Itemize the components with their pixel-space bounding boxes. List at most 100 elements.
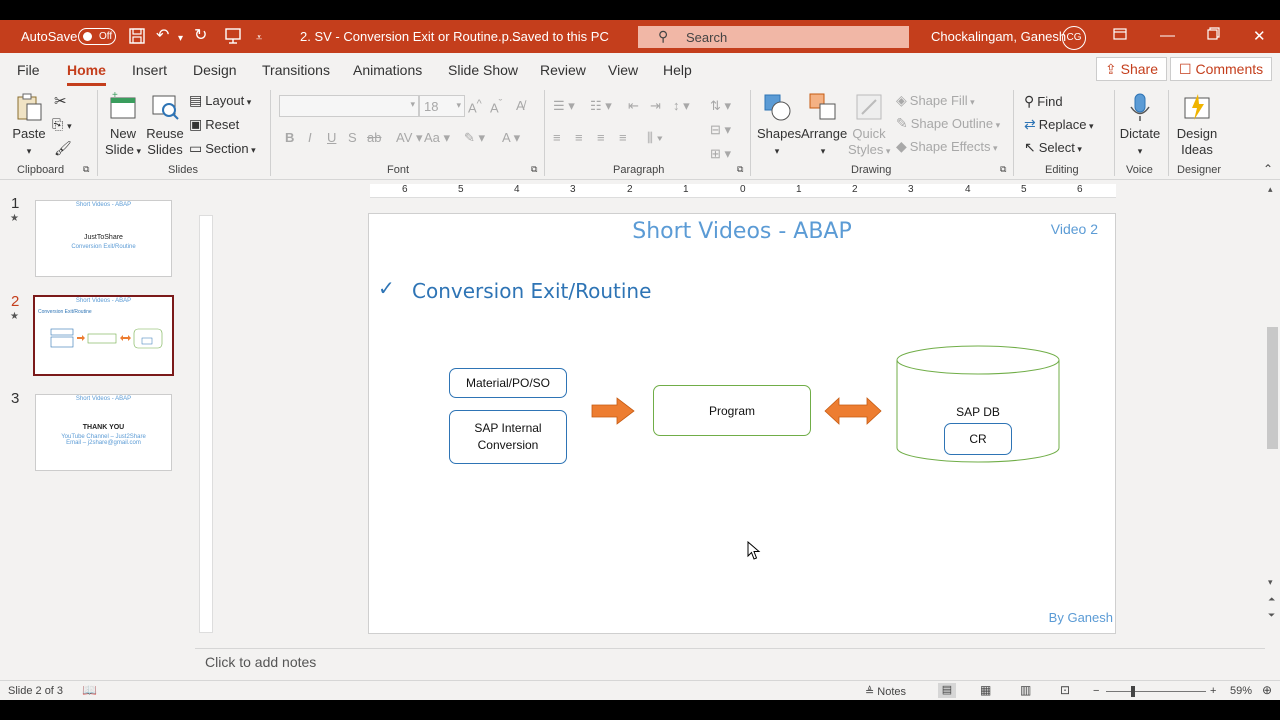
comments-button[interactable]: ☐ Comments [1170, 57, 1273, 81]
reset-button[interactable]: ▣ Reset [189, 116, 239, 133]
notes-button[interactable]: ≜ Notes [865, 685, 906, 698]
text-direction-icon[interactable]: ⇅ ▾ [710, 98, 731, 114]
user-name[interactable]: Chockalingam, Ganesh [931, 29, 1066, 44]
save-icon[interactable] [128, 27, 146, 50]
grow-font-icon[interactable]: A^ [468, 98, 482, 115]
restore-icon[interactable] [1207, 27, 1220, 44]
align-text-icon[interactable]: ⊟ ▾ [710, 122, 731, 138]
vertical-scrollbar[interactable]: ▴ ▾ ⏶ ⏷ [1265, 184, 1280, 652]
shadow-icon[interactable]: S [348, 130, 357, 145]
right-arrow-shape[interactable] [591, 397, 635, 425]
tab-insert[interactable]: Insert [132, 62, 167, 78]
tab-view[interactable]: View [608, 62, 638, 78]
quick-styles-button[interactable]: Quick Styles ▾ [848, 92, 890, 159]
share-button[interactable]: ⇪ Share [1096, 57, 1167, 81]
increase-indent-icon[interactable]: ⇥ [650, 98, 661, 114]
italic-icon[interactable]: I [308, 130, 312, 145]
previous-slide-icon[interactable]: ⏶ [1268, 594, 1275, 605]
normal-view-icon[interactable]: ▤ [938, 683, 956, 698]
strikethrough-icon[interactable]: ab [367, 130, 381, 145]
tab-transitions[interactable]: Transitions [262, 62, 330, 78]
scroll-up-icon[interactable]: ▴ [1268, 184, 1273, 195]
new-slide-button[interactable]: + New Slide ▾ [104, 92, 142, 159]
material-box[interactable]: Material/PO/SO [449, 368, 567, 398]
slide-title[interactable]: Short Videos - ABAP [369, 219, 1115, 244]
copy-icon[interactable]: ⎘ ▾ [52, 116, 72, 133]
search-box[interactable]: ⚲ Search [638, 26, 909, 48]
design-ideas-button[interactable]: Design Ideas [1175, 92, 1219, 158]
smartart-icon[interactable]: ⊞ ▾ [710, 146, 731, 162]
zoom-slider-track[interactable] [1106, 691, 1206, 692]
avatar[interactable]: CG [1062, 26, 1086, 50]
select-button[interactable]: ↖ Select ▾ [1024, 139, 1082, 156]
tab-help[interactable]: Help [663, 62, 692, 78]
align-right-icon[interactable]: ≡ [597, 130, 605, 145]
arrange-button[interactable]: Arrange ▾ [801, 92, 847, 159]
autosave-toggle[interactable]: Off [78, 28, 116, 45]
ribbon-display-icon[interactable] [1113, 27, 1127, 45]
close-icon[interactable]: ✕ [1253, 27, 1266, 45]
minimize-icon[interactable]: — [1160, 27, 1175, 44]
scrollbar-thumb[interactable] [1267, 327, 1278, 449]
tab-review[interactable]: Review [540, 62, 586, 78]
scroll-down-icon[interactable]: ▾ [1268, 577, 1273, 588]
slide-heading[interactable]: Conversion Exit/Routine [412, 279, 651, 303]
slide-sorter-icon[interactable]: ▦ [980, 683, 991, 697]
replace-button[interactable]: ⇄ Replace ▾ [1024, 116, 1093, 133]
zoom-slider-thumb[interactable] [1131, 686, 1135, 697]
slide-thumbnail-2[interactable]: Short Videos - ABAP Conversion Exit/Rout… [33, 295, 174, 376]
shape-effects-button[interactable]: ◆ Shape Effects ▾ [896, 138, 998, 155]
dictate-button[interactable]: Dictate ▾ [1119, 92, 1161, 159]
sap-internal-box[interactable]: SAP Internal Conversion [449, 410, 567, 464]
tab-file[interactable]: File [17, 62, 40, 78]
clipboard-launcher-icon[interactable]: ⧉ [83, 164, 89, 175]
font-launcher-icon[interactable]: ⧉ [531, 164, 537, 175]
program-box[interactable]: Program [653, 385, 811, 436]
char-spacing-icon[interactable]: AV ▾ [396, 130, 423, 146]
align-center-icon[interactable]: ≡ [575, 130, 583, 145]
redo-icon[interactable]: ↻ [194, 27, 207, 45]
slide-canvas[interactable]: Short Videos - ABAP Video 2 ✓ Conversion… [368, 213, 1116, 634]
tab-animations[interactable]: Animations [353, 62, 422, 78]
decrease-indent-icon[interactable]: ⇤ [628, 98, 639, 114]
columns-icon[interactable]: ⫼ ▾ [647, 130, 663, 146]
section-button[interactable]: ▭ Section ▾ [189, 140, 256, 157]
shapes-button[interactable]: Shapes ▾ [757, 92, 801, 159]
highlight-icon[interactable]: ✎ ▾ [464, 130, 485, 146]
clear-format-icon[interactable]: A̸ [516, 98, 525, 113]
next-slide-icon[interactable]: ⏷ [1268, 610, 1275, 621]
notes-pane[interactable]: Click to add notes [195, 648, 1265, 673]
zoom-level[interactable]: 59% [1230, 685, 1252, 697]
slideshow-icon[interactable]: ⊡ [1060, 683, 1070, 697]
paragraph-launcher-icon[interactable]: ⧉ [737, 164, 743, 175]
footer-author[interactable]: By Ganesh [1049, 610, 1113, 625]
format-painter-icon[interactable]: 🖌 [54, 140, 72, 157]
tab-home[interactable]: Home [67, 62, 106, 86]
reuse-slides-button[interactable]: Reuse Slides [146, 92, 184, 158]
numbering-icon[interactable]: ☷ ▾ [590, 98, 612, 114]
zoom-in-icon[interactable]: + [1210, 685, 1216, 697]
customize-qat-icon[interactable]: ⩡ [256, 29, 262, 47]
zoom-out-icon[interactable]: − [1093, 685, 1099, 697]
fit-to-window-icon[interactable]: ⊕ [1262, 683, 1272, 697]
font-color-icon[interactable]: A ▾ [502, 130, 520, 146]
slide-thumbnail-3[interactable]: Short Videos - ABAP THANK YOU YouTube Ch… [35, 394, 172, 471]
cut-icon[interactable]: ✂ [54, 92, 67, 110]
bold-icon[interactable]: B [285, 130, 294, 145]
undo-dropdown-icon[interactable]: ▾ [178, 30, 183, 48]
accessibility-icon[interactable]: 📖 [82, 683, 97, 697]
undo-icon[interactable]: ↶ [156, 27, 169, 45]
font-size-box[interactable]: 18 ▾ [419, 95, 465, 117]
tab-design[interactable]: Design [193, 62, 237, 78]
slide-thumbnail-1[interactable]: Short Videos - ABAP JustToShare Conversi… [35, 200, 172, 277]
align-left-icon[interactable]: ≡ [553, 130, 561, 145]
tab-slide-show[interactable]: Slide Show [448, 62, 518, 78]
shrink-font-icon[interactable]: Aˇ [490, 98, 502, 115]
underline-icon[interactable]: U [327, 130, 336, 145]
collapse-ribbon-icon[interactable]: ⌃ [1263, 162, 1273, 176]
double-arrow-shape[interactable] [824, 397, 882, 425]
line-spacing-icon[interactable]: ↕ ▾ [673, 98, 690, 114]
shape-outline-button[interactable]: ✎ Shape Outline ▾ [896, 115, 1000, 132]
justify-icon[interactable]: ≡ [619, 130, 627, 145]
change-case-icon[interactable]: Aa ▾ [424, 130, 450, 146]
